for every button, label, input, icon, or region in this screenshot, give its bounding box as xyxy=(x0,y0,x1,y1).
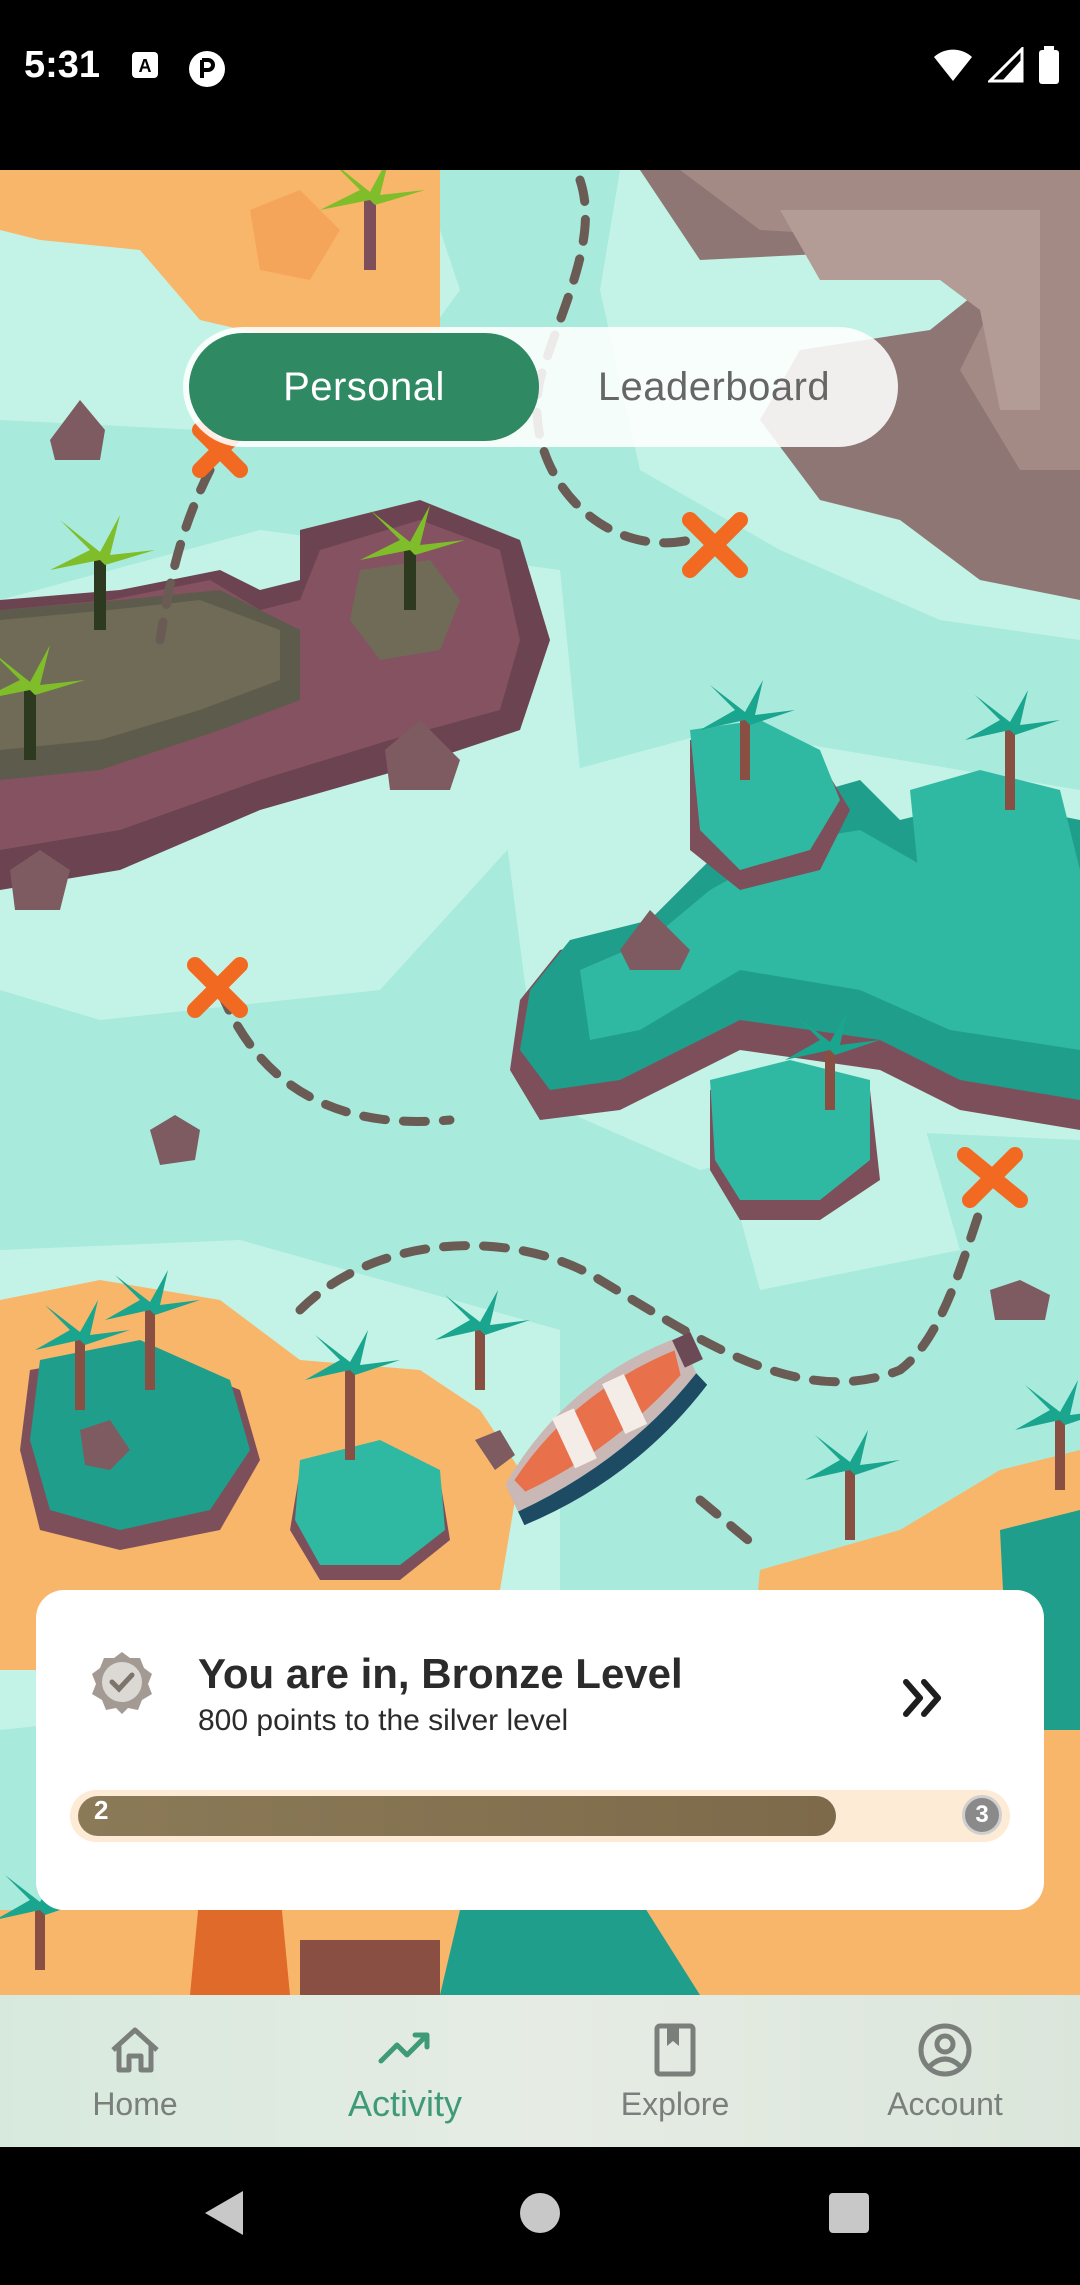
nav-activity[interactable]: Activity xyxy=(270,1995,540,2147)
home-icon xyxy=(111,2027,159,2072)
wifi-icon xyxy=(932,47,974,88)
status-time: 5:31 xyxy=(24,44,101,86)
battery-icon xyxy=(1038,46,1060,89)
home-circle-icon[interactable] xyxy=(520,2193,560,2233)
nav-activity-label: Activity xyxy=(347,2083,462,2124)
nav-explore-label: Explore xyxy=(620,2085,730,2122)
nav-explore[interactable]: Explore xyxy=(540,1995,810,2147)
recents-icon[interactable] xyxy=(829,2193,869,2233)
trending-up-icon xyxy=(378,2032,430,2064)
double-chevron-right-icon[interactable] xyxy=(894,1668,954,1728)
nav-account[interactable]: Account xyxy=(810,1995,1080,2147)
nav-home-label: Home xyxy=(92,2085,178,2122)
personal-tab[interactable]: Personal xyxy=(189,333,539,441)
leaderboard-tab[interactable]: Leaderboard xyxy=(539,333,889,441)
level-card[interactable]: You are in, Bronze Level 800 points to t… xyxy=(36,1590,1044,1910)
back-icon[interactable] xyxy=(205,2191,243,2235)
svg-text:A: A xyxy=(139,56,152,76)
level-title: You are in, Bronze Level xyxy=(198,1650,683,1697)
level-progress-bar xyxy=(70,1790,1010,1842)
status-bar: 5:31 A xyxy=(0,0,1080,170)
account-icon xyxy=(918,2023,972,2076)
bronze-badge-icon xyxy=(90,1650,154,1714)
progress-end-level: 3 xyxy=(962,1795,1002,1835)
nav-home[interactable]: Home xyxy=(0,1995,270,2147)
signal-icon xyxy=(986,45,1024,88)
level-subtitle: 800 points to the silver level xyxy=(198,1704,569,1737)
vpn-icon xyxy=(188,50,226,93)
a-badge-icon: A xyxy=(130,50,160,85)
book-icon xyxy=(654,2023,696,2076)
bottom-nav: Home Activity Explore Account xyxy=(0,1995,1080,2147)
system-nav-bar xyxy=(0,2147,1080,2280)
nav-account-label: Account xyxy=(887,2085,1003,2122)
progress-start-level: 2 xyxy=(94,1795,109,1825)
level-progress-fill xyxy=(78,1796,836,1836)
view-toggle: Personal Leaderboard xyxy=(183,327,898,447)
